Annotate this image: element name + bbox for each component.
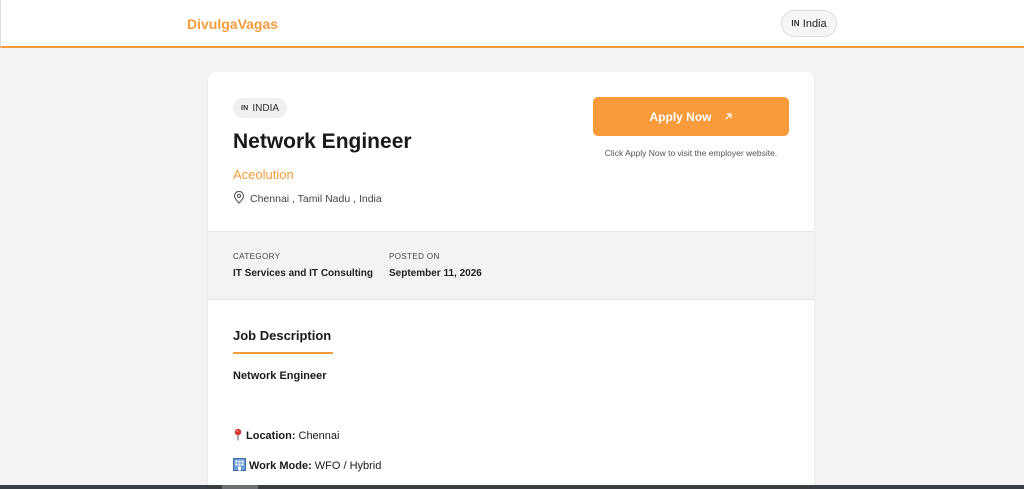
country-name: India: [802, 17, 827, 30]
description-heading: Job Description: [233, 328, 332, 343]
posted-label: POSTED ON: [389, 252, 440, 261]
country-selector[interactable]: IN India: [781, 10, 837, 37]
posted-value: September 11, 2026: [389, 268, 482, 279]
horizontal-scrollbar[interactable]: [0, 485, 1024, 489]
job-location: Chennai , Tamil Nadu , India: [233, 190, 382, 207]
description-role-title: Network Engineer: [233, 370, 327, 382]
country-code: IN: [791, 19, 800, 28]
category-label: CATEGORY: [233, 252, 281, 261]
brand-logo[interactable]: DivulgaVagas: [187, 16, 278, 32]
description-location: Location: Chennai: [233, 428, 339, 444]
map-pin-icon: [233, 190, 245, 207]
work-mode-label: Work Mode:: [249, 460, 312, 472]
location-text: Chennai , Tamil Nadu , India: [250, 193, 382, 205]
badge-country-label: INDIA: [252, 102, 280, 114]
apply-now-button[interactable]: Apply Now: [593, 97, 789, 136]
posted-block: POSTED ON September 11, 2026: [389, 252, 482, 279]
country-badge: IN INDIA: [233, 98, 288, 118]
job-title: Network Engineer: [233, 130, 412, 153]
company-name[interactable]: Aceolution: [233, 167, 294, 182]
description-work-mode: Work Mode: WFO / Hybrid: [233, 458, 381, 474]
category-block: CATEGORY IT Services and IT Consulting: [233, 252, 373, 279]
heading-underline: [233, 352, 333, 354]
office-building-icon: [233, 458, 246, 474]
arrow-up-right-icon: [724, 110, 733, 124]
scrollbar-thumb[interactable]: [222, 485, 258, 489]
round-pushpin-icon: [233, 428, 243, 444]
job-card: IN INDIA Network Engineer Aceolution Che…: [208, 72, 814, 489]
location-value: Chennai: [298, 430, 340, 442]
role-title-text: Network Engineer: [233, 370, 327, 382]
category-value: IT Services and IT Consulting: [233, 268, 374, 279]
work-mode-value: WFO / Hybrid: [314, 460, 382, 472]
job-meta: CATEGORY IT Services and IT Consulting P…: [208, 231, 814, 300]
apply-note: Click Apply Now to visit the employer we…: [604, 148, 778, 158]
apply-now-label: Apply Now: [649, 109, 712, 124]
location-label: Location:: [246, 430, 296, 442]
top-navbar: DivulgaVagas IN India: [0, 0, 1024, 48]
badge-country-code: IN: [241, 104, 249, 112]
